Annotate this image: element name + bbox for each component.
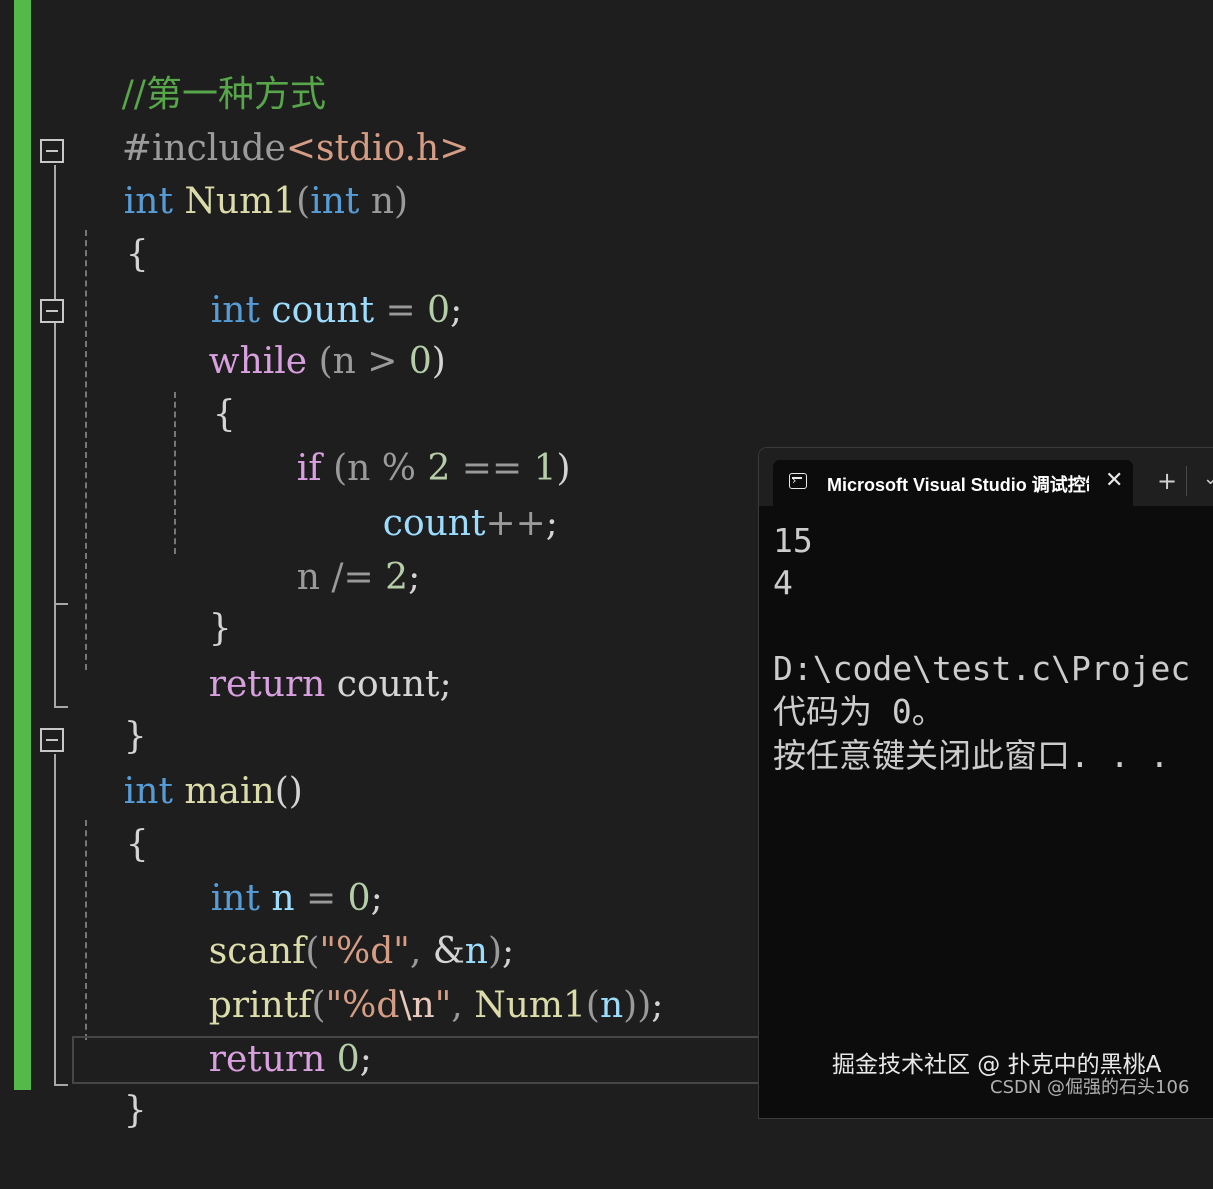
function-call-num1: Num1 — [474, 985, 586, 1026]
collapse-while-icon[interactable] — [40, 299, 64, 323]
paren-close: ) — [431, 341, 446, 382]
collapse-num1-icon[interactable] — [40, 139, 64, 163]
variable-count: count — [336, 664, 440, 705]
code-line-brace-open[interactable]: { — [80, 767, 149, 865]
code-line-return-count[interactable]: return count; — [163, 607, 452, 705]
brace: { — [125, 234, 149, 275]
param-n: n — [296, 557, 320, 598]
code-line-return-0[interactable]: return 0; — [163, 982, 372, 1080]
param-n: n — [370, 181, 394, 222]
fold-region-end — [54, 706, 68, 708]
code-line-n-decl[interactable]: int n = 0; — [165, 821, 383, 919]
code-line-brace-open[interactable]: { — [80, 177, 149, 275]
variable-n: n — [599, 985, 624, 1026]
semicolon: ; — [651, 985, 664, 1026]
brace: { — [125, 824, 149, 865]
paren-open: ( — [585, 985, 600, 1026]
watermark-csdn: CSDN @倔强的石头106 — [990, 1077, 1190, 1098]
paren-close: ) — [556, 448, 571, 489]
code-line-num1-signature[interactable]: int Num1(int n) — [78, 124, 408, 222]
code-line-printf[interactable]: printf("%d\n", Num1(n)); — [163, 928, 664, 1026]
keyword-if: if — [296, 448, 322, 489]
brace: { — [212, 394, 236, 435]
code-line-while[interactable]: while (n > 0) — [163, 284, 446, 382]
function-name-main: main — [184, 771, 275, 812]
keyword-return: return — [208, 664, 326, 705]
code-line-scanf[interactable]: scanf("%d", &n); — [163, 874, 514, 972]
number-literal: 0 — [336, 1039, 360, 1080]
code-line-brace-close[interactable]: } — [163, 551, 232, 649]
paren-open: ( — [318, 341, 333, 382]
close-icon[interactable]: ✕ — [1105, 468, 1123, 493]
code-line-count-increment[interactable]: count++; — [337, 446, 558, 544]
paren-open: ( — [296, 181, 311, 222]
terminal-icon — [789, 473, 807, 489]
paren-close: )) — [623, 985, 652, 1026]
brace: } — [123, 1090, 147, 1131]
code-line-brace-open[interactable]: { — [167, 337, 236, 435]
fold-region-line — [54, 754, 56, 1086]
format-string-end: " — [434, 985, 452, 1026]
keyword-return: return — [208, 1039, 326, 1080]
code-line-main-signature[interactable]: int main() — [78, 714, 303, 812]
param-n: n — [332, 341, 356, 382]
tab-separator — [1186, 466, 1187, 496]
console-output-line: 代码为 0。 — [773, 692, 945, 731]
new-tab-button[interactable]: + — [1157, 468, 1177, 494]
function-name-num1: Num1 — [184, 181, 297, 222]
code-line-include[interactable]: #include<stdio.h> — [76, 71, 470, 169]
comma: , — [451, 985, 463, 1026]
semicolon: ; — [408, 557, 421, 598]
code-line-brace-close[interactable]: } — [78, 659, 147, 757]
console-output-line: 按任意键关闭此窗口. . . — [773, 736, 1170, 775]
chevron-down-icon[interactable]: ⌄ — [1203, 468, 1213, 489]
escape-sequence: \n — [399, 985, 435, 1026]
fold-region-end — [54, 603, 68, 605]
console-tab-title: Microsoft Visual Studio 调试控制台 — [827, 475, 1089, 495]
change-tracking-bar — [14, 0, 31, 1090]
console-output-line: D:\code\test.c\Projec — [773, 649, 1191, 688]
console-output-line: 15 — [773, 521, 813, 560]
number-literal: 2 — [385, 557, 409, 598]
code-line-if[interactable]: if (n % 2 == 1) — [251, 391, 571, 489]
code-line-brace-close[interactable]: } — [78, 1033, 147, 1131]
debug-console-window[interactable]: Microsoft Visual Studio 调试控制台 ✕ + ⌄ 15 4… — [758, 447, 1213, 1119]
console-tab[interactable]: Microsoft Visual Studio 调试控制台 ✕ — [773, 460, 1133, 506]
operator-greater: > — [367, 341, 398, 382]
code-line-n-divide[interactable]: n /= 2; — [251, 500, 420, 598]
code-line-comment[interactable]: //第一种方式 — [76, 17, 326, 115]
operator-increment: ++ — [485, 503, 546, 544]
semicolon: ; — [545, 503, 558, 544]
semicolon: ; — [439, 664, 452, 705]
console-output-line: 4 — [773, 563, 793, 602]
operator-divide-assign: /= — [331, 557, 374, 598]
fold-region-line — [54, 324, 56, 554]
keyword-int: int — [310, 181, 360, 222]
console-titlebar[interactable]: Microsoft Visual Studio 调试控制台 ✕ + ⌄ — [759, 448, 1213, 506]
code-line-count-decl[interactable]: int count = 0; — [165, 233, 462, 331]
paren-pair: () — [274, 771, 303, 812]
semicolon: ; — [450, 290, 463, 331]
paren-close: ) — [394, 181, 409, 222]
fold-region-end — [54, 1084, 68, 1086]
semicolon: ; — [359, 1039, 372, 1080]
collapse-main-icon[interactable] — [40, 728, 64, 752]
number-literal: 0 — [408, 341, 432, 382]
